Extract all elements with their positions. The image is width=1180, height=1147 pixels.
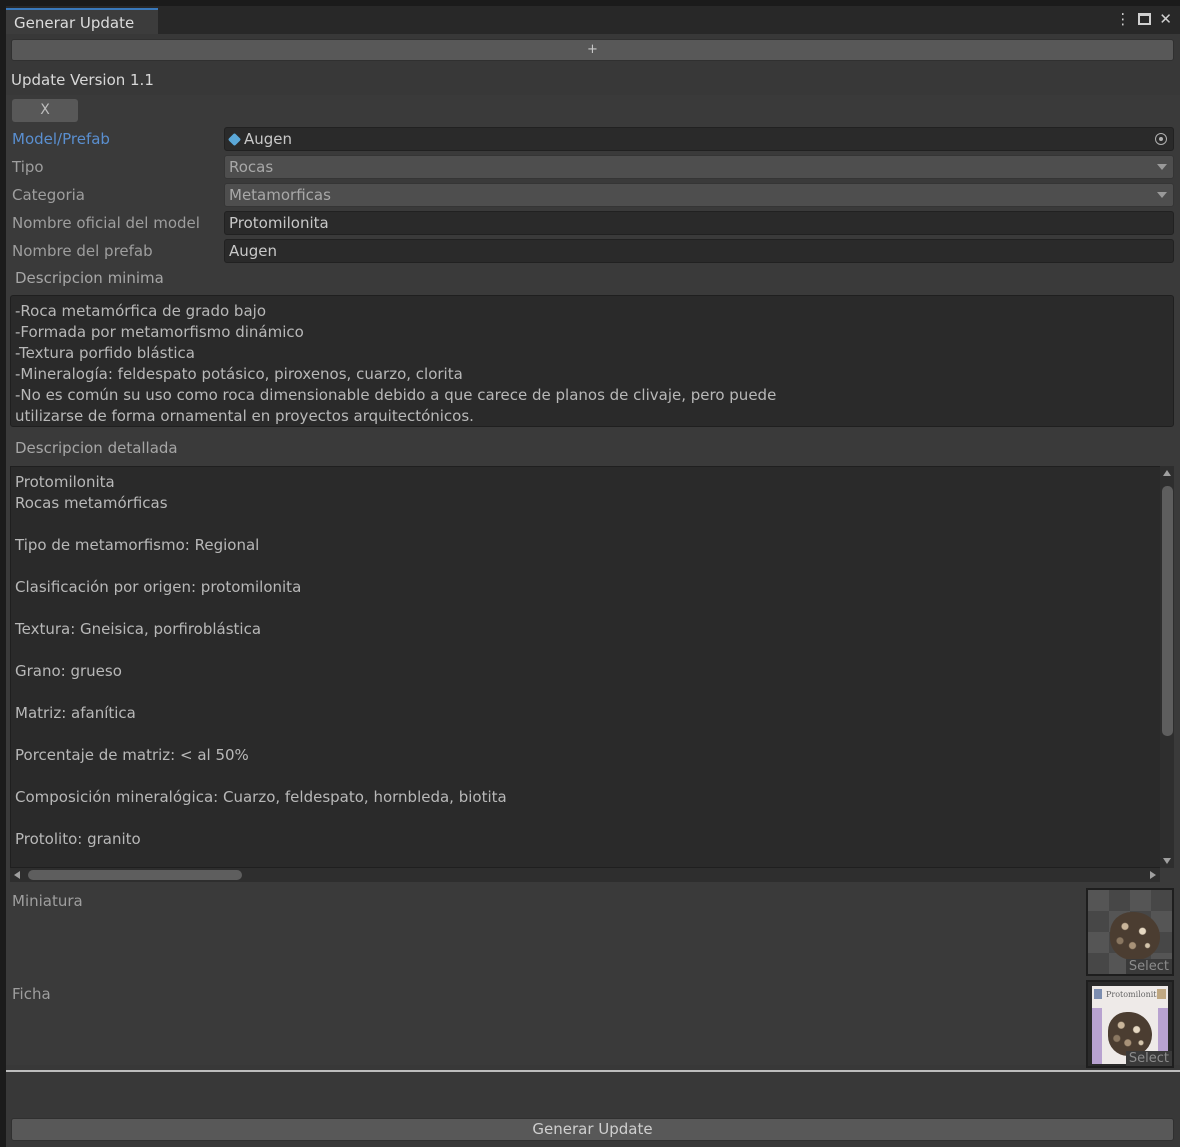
nombre-oficial-field[interactable]: Protomilonita bbox=[224, 211, 1174, 235]
more-options-icon[interactable]: ⋮ bbox=[1115, 8, 1130, 30]
descripcion-minima-label: Descripcion minima bbox=[15, 269, 164, 287]
text-line: Protomilonita bbox=[15, 473, 115, 491]
descripcion-detallada-textarea[interactable]: Protomilonita Rocas metamórficas Tipo de… bbox=[10, 466, 1160, 868]
text-line: -Mineralogía: feldespato potásico, pirox… bbox=[15, 365, 463, 383]
chevron-down-icon bbox=[1157, 164, 1167, 170]
descripcion-detallada-label: Descripcion detallada bbox=[15, 439, 178, 457]
horizontal-scroll-thumb[interactable] bbox=[28, 870, 242, 880]
ficha-side-band bbox=[1092, 1008, 1102, 1064]
miniatura-label: Miniatura bbox=[12, 892, 83, 910]
text-line bbox=[15, 556, 1156, 577]
cube-icon bbox=[227, 132, 242, 147]
remove-update-button[interactable]: X bbox=[12, 99, 78, 122]
text-line: Protolito: granito bbox=[15, 830, 141, 848]
vertical-scrollbar[interactable] bbox=[1160, 466, 1174, 868]
categoria-dropdown[interactable]: Metamorficas bbox=[224, 183, 1174, 207]
text-line: -Textura porfido blástica bbox=[15, 344, 195, 362]
nombre-oficial-label: Nombre oficial del model bbox=[12, 214, 200, 232]
text-line: Textura: Gneisica, porfiroblástica bbox=[15, 620, 262, 638]
ficha-select-button[interactable]: Select bbox=[1125, 1051, 1172, 1066]
update-title: Update Version 1.1 bbox=[11, 71, 154, 89]
text-line bbox=[15, 808, 1156, 829]
nombre-prefab-label: Nombre del prefab bbox=[12, 242, 153, 260]
maximize-icon[interactable] bbox=[1138, 13, 1152, 25]
tipo-value: Rocas bbox=[229, 158, 274, 176]
tipo-dropdown[interactable]: Rocas bbox=[224, 155, 1174, 179]
text-line: Tipo de metamorfismo: Regional bbox=[15, 536, 260, 554]
generar-update-button[interactable]: Generar Update bbox=[11, 1118, 1174, 1141]
nombre-prefab-field[interactable]: Augen bbox=[224, 239, 1174, 263]
categoria-label: Categoria bbox=[12, 186, 86, 204]
text-line: -Formada por metamorfismo dinámico bbox=[15, 323, 304, 341]
scroll-left-icon[interactable] bbox=[14, 871, 20, 879]
text-line bbox=[15, 766, 1156, 787]
text-line bbox=[15, 724, 1156, 745]
text-line: Composición mineralógica: Cuarzo, feldes… bbox=[15, 788, 507, 806]
text-line: Clasificación por origen: protomilonita bbox=[15, 578, 302, 596]
model-prefab-label: Model/Prefab bbox=[12, 130, 110, 148]
scroll-down-icon[interactable] bbox=[1163, 858, 1171, 864]
model-prefab-value: Augen bbox=[244, 130, 293, 148]
close-icon[interactable]: ✕ bbox=[1159, 8, 1172, 30]
add-update-button[interactable]: + bbox=[11, 39, 1174, 61]
logo-icon bbox=[1157, 989, 1166, 999]
text-line: Porcentaje de matriz: < al 50% bbox=[15, 746, 249, 764]
text-line: Matriz: afanítica bbox=[15, 704, 136, 722]
horizontal-scrollbar[interactable] bbox=[10, 868, 1160, 882]
scroll-up-icon[interactable] bbox=[1163, 470, 1171, 476]
vertical-scroll-thumb[interactable] bbox=[1162, 486, 1173, 736]
window-tab[interactable]: Generar Update bbox=[6, 8, 158, 34]
miniatura-select-button[interactable]: Select bbox=[1125, 959, 1172, 974]
tipo-label: Tipo bbox=[12, 158, 44, 176]
text-line: Rocas metamórficas bbox=[15, 494, 168, 512]
ficha-label: Ficha bbox=[12, 985, 51, 1003]
text-line bbox=[15, 598, 1156, 619]
miniatura-texture-field[interactable]: Select bbox=[1086, 888, 1174, 976]
text-line bbox=[15, 682, 1156, 703]
text-line bbox=[15, 640, 1156, 661]
ficha-thumbnail-title: Protomilonita bbox=[1106, 990, 1162, 999]
scroll-right-icon[interactable] bbox=[1150, 871, 1156, 879]
text-line bbox=[15, 514, 1156, 535]
rock-image bbox=[1108, 1012, 1152, 1056]
text-line: -No es común su uso como roca dimensiona… bbox=[15, 386, 777, 404]
object-picker-icon[interactable] bbox=[1155, 133, 1167, 145]
text-line: -Roca metamórfica de grado bajo bbox=[15, 302, 266, 320]
categoria-value: Metamorficas bbox=[229, 186, 331, 204]
logo-icon bbox=[1094, 989, 1102, 999]
rock-thumbnail-image bbox=[1110, 912, 1160, 960]
descripcion-minima-textarea[interactable]: -Roca metamórfica de grado bajo -Formada… bbox=[10, 295, 1174, 427]
text-line: utilizarse de forma ornamental en proyec… bbox=[15, 407, 474, 425]
ficha-texture-field[interactable]: Protomilonita Select bbox=[1086, 980, 1174, 1068]
title-bar: Generar Update ⋮ ✕ bbox=[6, 6, 1180, 34]
chevron-down-icon bbox=[1157, 192, 1167, 198]
window-controls: ⋮ ✕ bbox=[1115, 8, 1172, 30]
model-prefab-field[interactable]: Augen bbox=[224, 127, 1174, 151]
generar-update-window: Generar Update ⋮ ✕ + Update Version 1.1 … bbox=[6, 6, 1180, 1147]
text-line: Grano: grueso bbox=[15, 662, 122, 680]
